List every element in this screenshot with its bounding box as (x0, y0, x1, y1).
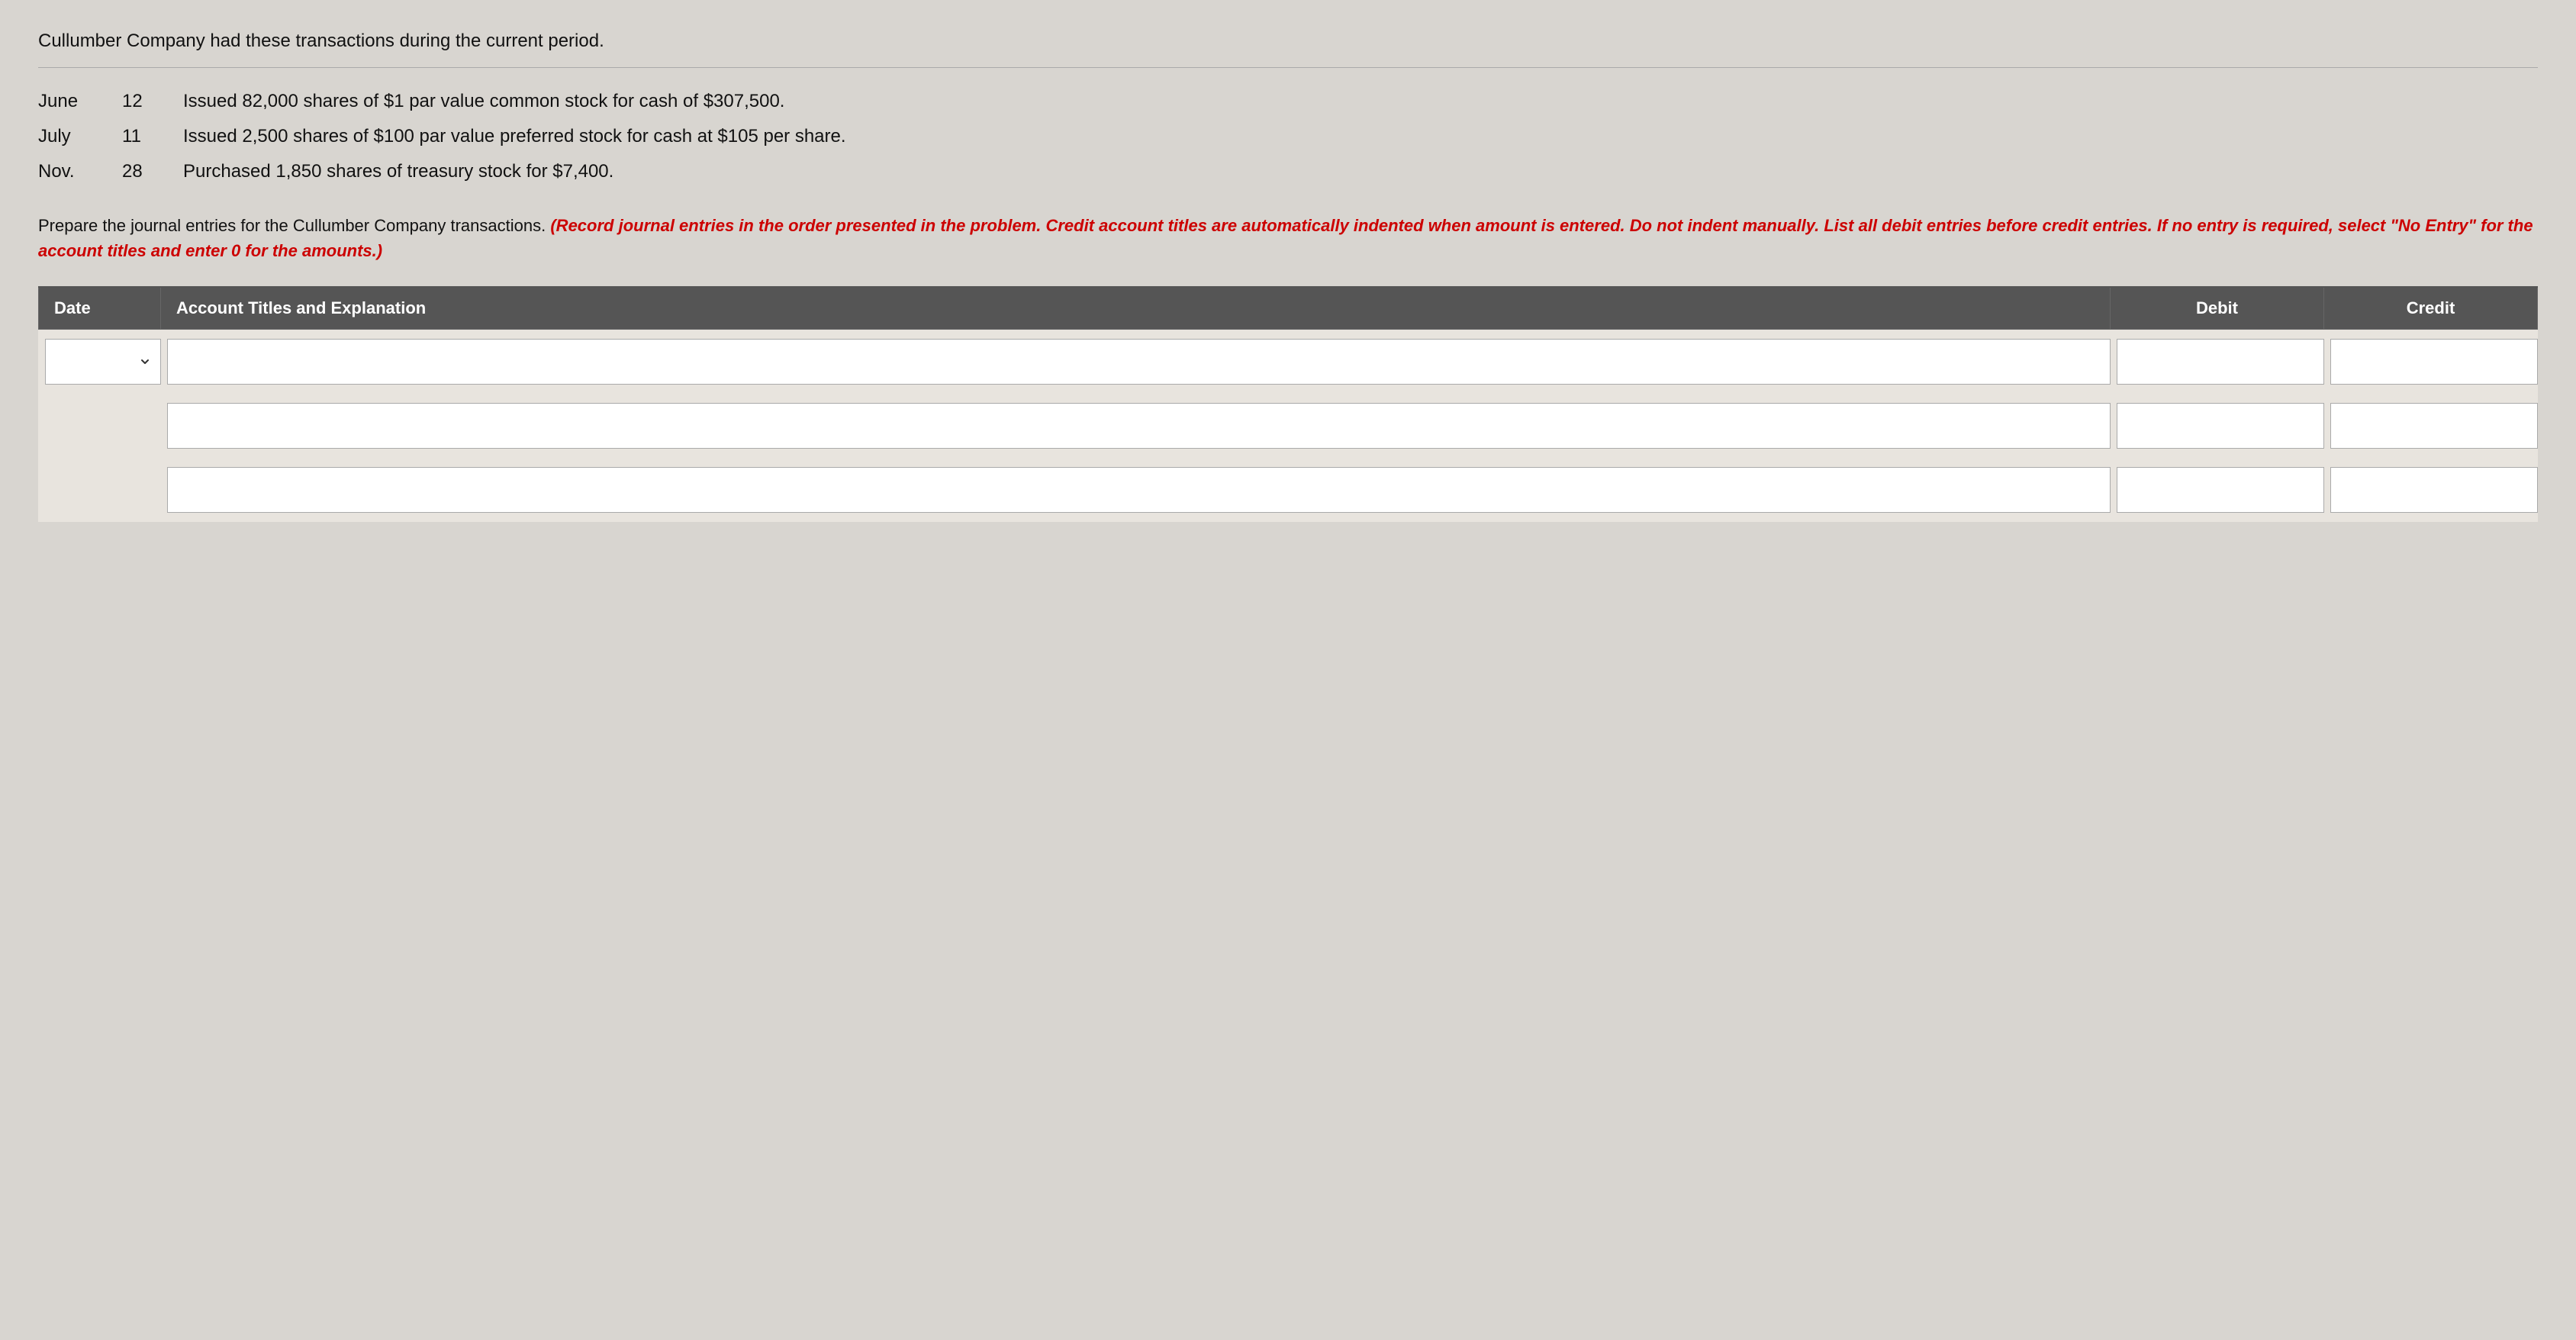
credit-cell-2 (2324, 394, 2538, 458)
credit-input-2[interactable] (2330, 403, 2538, 449)
credit-cell-1 (2324, 330, 2538, 395)
journal-body: June 12 July 11 Nov. 28 (39, 330, 2538, 523)
journal-row-3 (39, 458, 2538, 522)
transaction-desc-2: Issued 2,500 shares of $100 par value pr… (183, 126, 2538, 147)
debit-input-2[interactable] (2117, 403, 2324, 449)
account-input-3[interactable] (167, 467, 2111, 513)
transaction-month-1: June (38, 91, 122, 112)
date-cell-1: June 12 July 11 Nov. 28 (39, 330, 161, 395)
transaction-day-3: 28 (122, 161, 183, 182)
account-input-2[interactable] (167, 403, 2111, 449)
account-cell-2 (161, 394, 2111, 458)
debit-cell-3 (2111, 458, 2324, 522)
account-cell-3 (161, 458, 2111, 522)
transaction-row-1: June 12 Issued 82,000 shares of $1 par v… (38, 91, 2538, 112)
transaction-row-2: July 11 Issued 2,500 shares of $100 par … (38, 126, 2538, 147)
journal-table: Date Account Titles and Explanation Debi… (38, 286, 2538, 522)
debit-cell-2 (2111, 394, 2324, 458)
transaction-row-3: Nov. 28 Purchased 1,850 shares of treasu… (38, 161, 2538, 182)
transaction-day-2: 11 (122, 126, 183, 147)
intro-text: Cullumber Company had these transactions… (38, 31, 2538, 68)
debit-cell-1 (2111, 330, 2324, 395)
credit-cell-3 (2324, 458, 2538, 522)
debit-input-3[interactable] (2117, 467, 2324, 513)
transaction-desc-1: Issued 82,000 shares of $1 par value com… (183, 91, 2538, 112)
transactions-section: June 12 Issued 82,000 shares of $1 par v… (38, 91, 2538, 182)
transaction-month-2: July (38, 126, 122, 147)
credit-input-3[interactable] (2330, 467, 2538, 513)
transaction-month-3: Nov. (38, 161, 122, 182)
transaction-desc-3: Purchased 1,850 shares of treasury stock… (183, 161, 2538, 182)
debit-input-1[interactable] (2117, 339, 2324, 385)
date-select-1[interactable]: June 12 July 11 Nov. 28 (45, 339, 161, 385)
instructions-black: Prepare the journal entries for the Cull… (38, 216, 546, 235)
header-credit: Credit (2324, 287, 2538, 330)
header-account: Account Titles and Explanation (161, 287, 2111, 330)
journal-header: Date Account Titles and Explanation Debi… (39, 287, 2538, 330)
account-input-1[interactable] (167, 339, 2111, 385)
date-cell-2 (39, 394, 161, 458)
header-date: Date (39, 287, 161, 330)
transaction-day-1: 12 (122, 91, 183, 112)
credit-input-1[interactable] (2330, 339, 2538, 385)
account-cell-1 (161, 330, 2111, 395)
journal-row-1: June 12 July 11 Nov. 28 (39, 330, 2538, 395)
header-debit: Debit (2111, 287, 2324, 330)
journal-row-2 (39, 394, 2538, 458)
date-cell-3 (39, 458, 161, 522)
instructions-block: Prepare the journal entries for the Cull… (38, 213, 2538, 263)
